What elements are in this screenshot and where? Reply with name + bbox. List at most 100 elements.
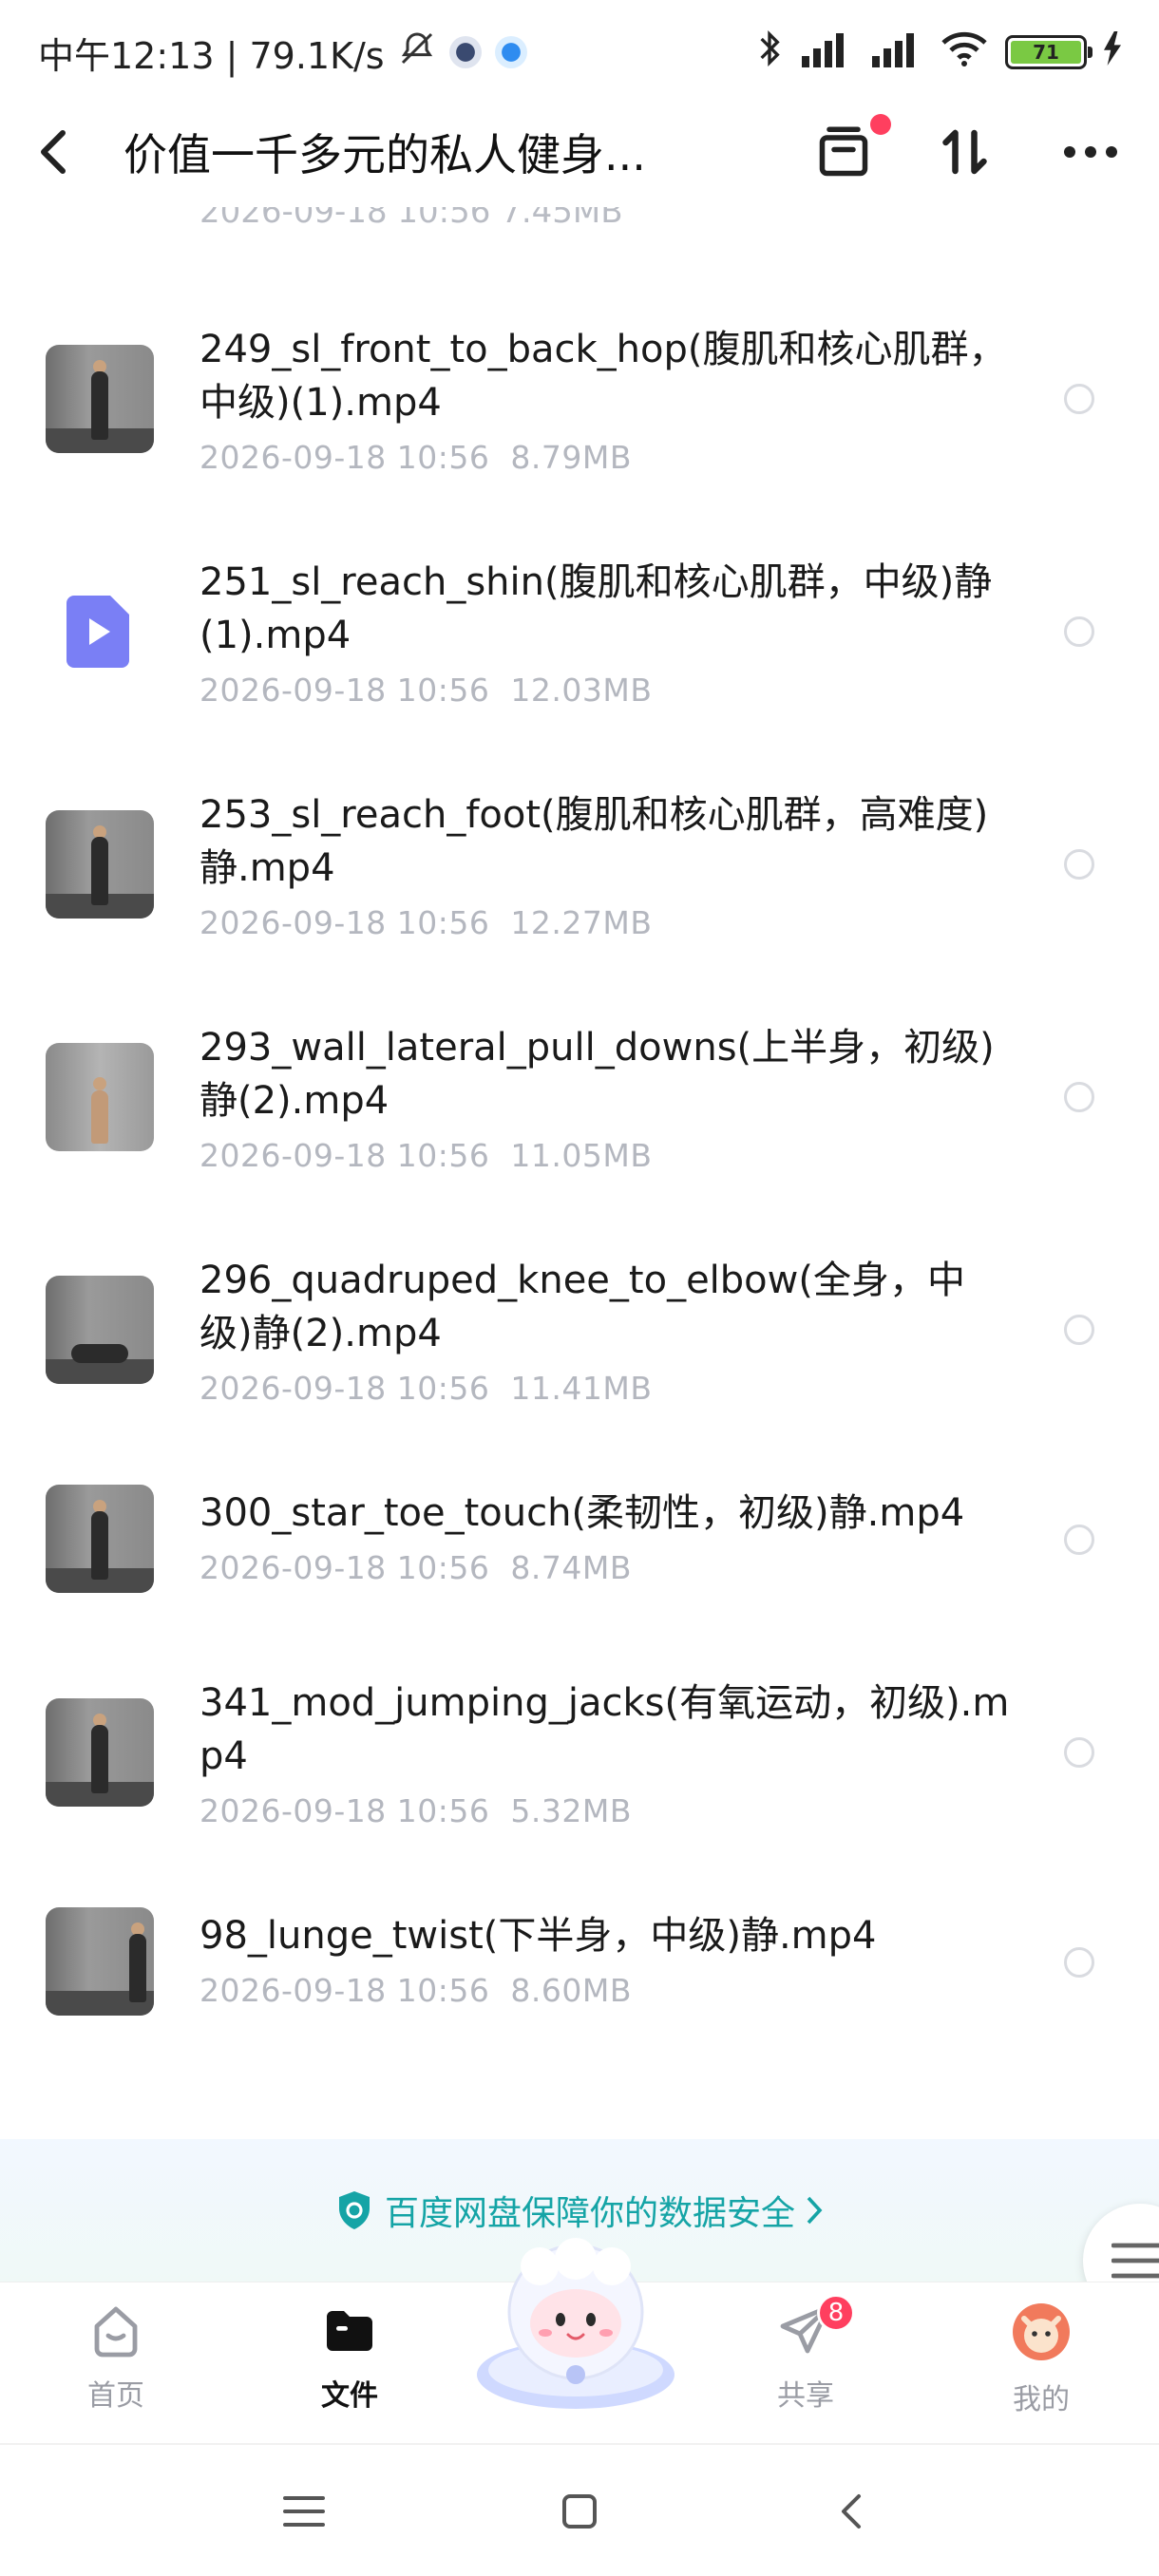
status-right: 71: [756, 29, 1121, 76]
file-size: 8.79MB: [510, 439, 632, 476]
status-left: 中午12:13 | 79.1K/s: [38, 27, 527, 79]
share-badge: 8: [817, 2294, 855, 2332]
user-avatar-icon: [1013, 2303, 1070, 2360]
file-row[interactable]: 249_sl_front_to_back_hop(腹肌和核心肌群，中级)(1).…: [0, 304, 1159, 494]
video-thumbnail: [46, 1907, 154, 2016]
notification-dot: [870, 114, 891, 135]
file-size: 12.03MB: [510, 672, 653, 709]
file-info: 300_star_toe_touch(柔韧性，初级)静.mp4 2026-09-…: [200, 1487, 1016, 1586]
tab-share[interactable]: 8 共享: [739, 2294, 872, 2414]
app-notification-icon: [448, 36, 482, 68]
file-meta: 2026-09-18 10:56 11.41MB: [200, 1370, 1016, 1407]
file-name: 251_sl_reach_shin(腹肌和核心肌群，中级)静(1).mp4: [200, 560, 993, 657]
file-meta: 2026-09-18 10:56 8.60MB: [200, 1972, 1016, 2009]
file-meta: 2026-09-18 10:56 8.74MB: [200, 1549, 1016, 1586]
file-info: 249_sl_front_to_back_hop(腹肌和核心肌群，中级)(1).…: [200, 323, 1016, 476]
file-name: 300_star_toe_touch(柔韧性，初级)静.mp4: [200, 1491, 965, 1535]
video-thumbnail: [46, 1043, 154, 1151]
sort-button[interactable]: [937, 122, 998, 182]
file-row[interactable]: 296_quadruped_knee_to_elbow(全身，中级)静(2).m…: [0, 1235, 1159, 1425]
select-checkbox[interactable]: [1064, 1737, 1094, 1768]
system-back-button[interactable]: [823, 2483, 880, 2540]
file-meta: 2026-09-18 10:56 5.32MB: [200, 1792, 1016, 1829]
tab-label: 文件: [321, 2379, 378, 2413]
select-checkbox[interactable]: [1064, 1315, 1094, 1345]
archive-box-icon: [819, 126, 868, 177]
file-date: 2026-09-18 10:56: [200, 1972, 490, 2009]
mute-bell-icon: [398, 29, 436, 76]
back-arrow-icon: [842, 2494, 861, 2529]
file-date: 2026-09-18 10:56: [200, 904, 490, 941]
file-info: 341_mod_jumping_jacks(有氧运动，初级).mp4 2026-…: [200, 1676, 1016, 1829]
battery-indicator: 71: [1005, 35, 1092, 69]
file-info: 251_sl_reach_shin(腹肌和核心肌群，中级)静(1).mp4 20…: [200, 556, 1016, 709]
file-name: 253_sl_reach_foot(腹肌和核心肌群，高难度)静.mp4: [200, 793, 989, 890]
shield-icon: [338, 2191, 370, 2229]
tab-label: 我的: [1013, 2383, 1070, 2416]
file-size: 8.60MB: [510, 1972, 632, 2009]
menu-lines-icon: [283, 2496, 325, 2527]
file-meta: 2026-09-18 10:56 12.03MB: [200, 672, 1016, 709]
tab-me[interactable]: 我的: [975, 2301, 1108, 2417]
home-button[interactable]: [551, 2483, 608, 2540]
home-icon: [94, 2306, 138, 2358]
file-row[interactable]: 341_mod_jumping_jacks(有氧运动，初级).mp4 2026-…: [0, 1657, 1159, 1847]
select-checkbox[interactable]: [1064, 1947, 1094, 1978]
signal-icon: [800, 29, 853, 76]
charging-icon: [1104, 30, 1121, 74]
square-icon: [562, 2494, 597, 2529]
file-row[interactable]: 300_star_toe_touch(柔韧性，初级)静.mp4 2026-09-…: [0, 1468, 1159, 1610]
video-thumbnail: [46, 1485, 154, 1593]
status-bar: 中午12:13 | 79.1K/s 71: [0, 0, 1159, 104]
file-row[interactable]: 293_wall_lateral_pull_downs(上半身，初级)静(2).…: [0, 1002, 1159, 1192]
file-date: 2026-09-18 10:56: [200, 672, 490, 709]
file-size: 5.32MB: [510, 1792, 632, 1829]
recent-apps-button[interactable]: [276, 2483, 332, 2540]
file-meta: 2026-09-18 10:56 8.79MB: [200, 439, 1016, 476]
more-options-button[interactable]: [1060, 122, 1121, 182]
file-date: 2026-09-18 10:56: [200, 439, 490, 476]
hamburger-icon: [1112, 2243, 1159, 2279]
chevron-right-icon: [807, 2196, 823, 2225]
sort-arrows-icon: [942, 129, 987, 175]
back-button[interactable]: [38, 123, 95, 180]
file-row[interactable]: 98_lunge_twist(下半身，中级)静.mp4 2026-09-18 1…: [0, 1890, 1159, 2033]
video-thumbnail: [46, 1276, 154, 1384]
select-checkbox[interactable]: [1064, 1525, 1094, 1555]
tab-files[interactable]: 文件: [283, 2301, 416, 2414]
transfer-list-button[interactable]: [813, 114, 891, 182]
file-row[interactable]: 253_sl_reach_foot(腹肌和核心肌群，高难度)静.mp4 2026…: [0, 769, 1159, 959]
file-name: 341_mod_jumping_jacks(有氧运动，初级).mp4: [200, 1681, 1010, 1778]
baidu-notification-icon: [494, 36, 527, 68]
battery-level: 71: [1011, 41, 1081, 64]
folder-icon: [327, 2311, 372, 2351]
tab-home[interactable]: 首页: [49, 2301, 182, 2414]
signal-icon-2: [870, 29, 923, 76]
file-date: 2026-09-18 10:56: [200, 1549, 490, 1586]
file-date: 2026-09-18 10:56: [200, 1137, 490, 1174]
file-list[interactable]: 2026-09-18 10:56 7.45MB 249_sl_front_to_…: [0, 199, 1159, 2137]
select-checkbox[interactable]: [1064, 849, 1094, 880]
top-app-bar: 价值一千多元的私人健身...: [0, 104, 1159, 199]
tab-label: 共享: [777, 2379, 834, 2413]
select-checkbox[interactable]: [1064, 384, 1094, 414]
video-thumbnail: [46, 345, 154, 453]
system-nav-bar: [0, 2443, 1159, 2576]
partial-row-meta: 2026-09-18 10:56 7.45MB: [200, 207, 623, 231]
file-name: 98_lunge_twist(下半身，中级)静.mp4: [200, 1914, 877, 1958]
file-size: 11.05MB: [510, 1137, 653, 1174]
file-size: 12.27MB: [510, 904, 653, 941]
chevron-left-icon: [41, 130, 66, 174]
file-size: 8.74MB: [510, 1549, 632, 1586]
select-checkbox[interactable]: [1064, 616, 1094, 647]
file-date: 2026-09-18 10:56: [200, 1370, 490, 1407]
wifi-icon: [940, 29, 988, 76]
bluetooth-icon: [756, 29, 783, 76]
ai-assistant-mascot-button[interactable]: [471, 2232, 680, 2413]
file-row[interactable]: 251_sl_reach_shin(腹肌和核心肌群，中级)静(1).mp4 20…: [0, 537, 1159, 727]
file-info: 253_sl_reach_foot(腹肌和核心肌群，高难度)静.mp4 2026…: [200, 788, 1016, 941]
select-checkbox[interactable]: [1064, 1082, 1094, 1112]
more-dots-icon: [1064, 146, 1117, 158]
file-info: 293_wall_lateral_pull_downs(上半身，初级)静(2).…: [200, 1021, 1016, 1174]
file-meta: 2026-09-18 10:56 11.05MB: [200, 1137, 1016, 1174]
